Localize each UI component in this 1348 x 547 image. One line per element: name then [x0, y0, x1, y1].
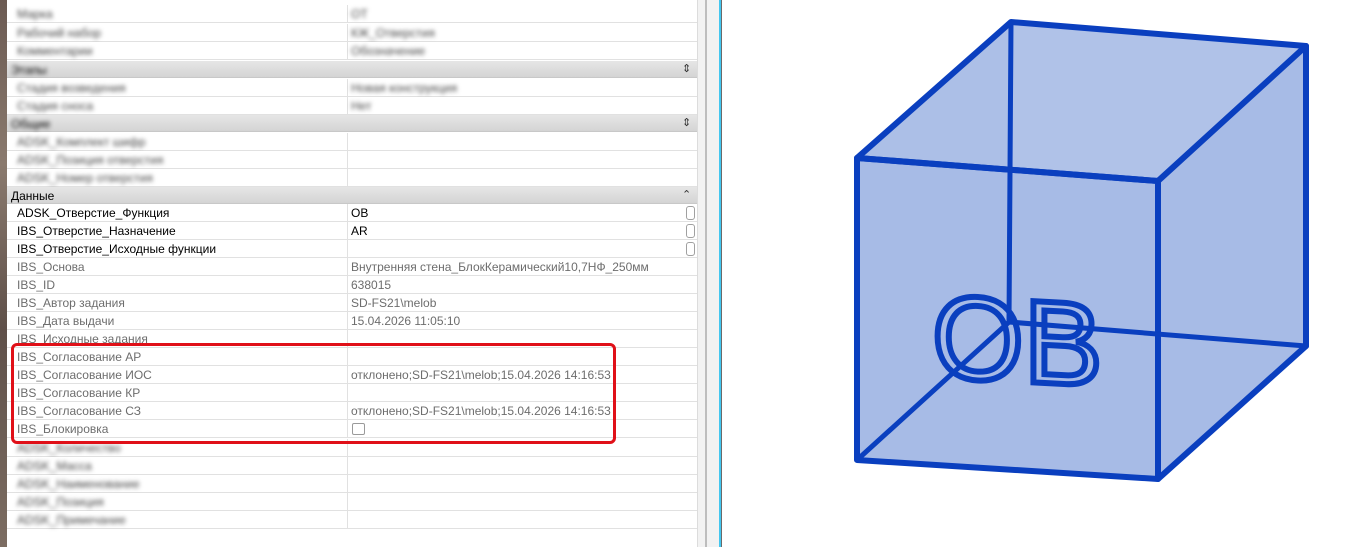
- property-value[interactable]: AR: [351, 224, 681, 238]
- property-name: IBS_ID: [17, 278, 56, 292]
- property-name: Марка: [17, 7, 53, 21]
- column-divider: [347, 511, 348, 529]
- property-row[interactable]: ADSK_Примечание: [7, 511, 697, 529]
- collapse-toggle-icon[interactable]: ⇕: [682, 116, 691, 129]
- property-row-purpose[interactable]: IBS_Отверстие_Назначение AR: [7, 222, 697, 240]
- column-divider: [347, 457, 348, 475]
- column-divider: [347, 493, 348, 511]
- column-divider: [347, 5, 348, 23]
- property-row-id[interactable]: IBS_ID 638015: [7, 276, 697, 294]
- column-divider: [347, 79, 348, 97]
- column-divider: [347, 276, 348, 294]
- property-name: ADSK_Масса: [17, 459, 92, 473]
- property-name: IBS_Отверстие_Исходные функции: [17, 242, 217, 256]
- property-row[interactable]: Стадия сноса Нет: [7, 97, 697, 115]
- property-name: Комментарии: [17, 44, 93, 58]
- property-value: 15.04.2026 11:05:10: [351, 314, 461, 328]
- property-row[interactable]: Комментарии Обозначение: [7, 42, 697, 60]
- property-row-author[interactable]: IBS_Автор задания SD-FS21\melob: [7, 294, 697, 312]
- property-row-issue-date[interactable]: IBS_Дата выдачи 15.04.2026 11:05:10: [7, 312, 697, 330]
- opening-function-label: OB: [932, 271, 1102, 412]
- property-row[interactable]: Стадия возведения Новая конструкция: [7, 79, 697, 97]
- property-name: ADSK_Номер отверстия: [17, 171, 153, 185]
- property-row-host[interactable]: IBS_Основа Внутренняя стена_БлокКерамиче…: [7, 258, 697, 276]
- property-value: Внутренняя стена_БлокКерамический10,7НФ_…: [351, 260, 649, 274]
- property-value[interactable]: Новая конструкция: [351, 81, 681, 95]
- edit-button[interactable]: [686, 224, 695, 238]
- group-header-general[interactable]: Общие ⇕: [7, 115, 697, 132]
- column-divider: [347, 42, 348, 60]
- property-name: ADSK_Позиция отверстия: [17, 153, 164, 167]
- column-divider: [347, 312, 348, 330]
- column-divider: [347, 475, 348, 493]
- edit-button[interactable]: [686, 206, 695, 220]
- property-row[interactable]: Рабочий набор КЖ_Отверстия: [7, 24, 697, 42]
- column-divider: [347, 294, 348, 312]
- column-divider: [347, 204, 348, 222]
- column-divider: [347, 169, 348, 187]
- column-divider: [347, 258, 348, 276]
- property-row-function[interactable]: ADSK_Отверстие_Функция OB: [7, 204, 697, 222]
- column-divider: [347, 133, 348, 151]
- group-header-data[interactable]: Данные ⌃: [7, 187, 697, 204]
- property-name: IBS_Дата выдачи: [17, 314, 115, 328]
- property-name: ADSK_Отверстие_Функция: [17, 206, 170, 220]
- property-value[interactable]: OB: [351, 206, 681, 220]
- property-row[interactable]: ADSK_Наименование: [7, 475, 697, 493]
- property-name: ADSK_Комплект шифр: [17, 135, 146, 149]
- opening-box-model[interactable]: OB: [722, 0, 1348, 547]
- column-divider: [347, 24, 348, 42]
- collapse-toggle-icon[interactable]: ⇕: [682, 62, 691, 75]
- property-value[interactable]: Обозначение: [351, 44, 681, 58]
- left-window-edge: [0, 0, 7, 547]
- collapse-toggle-icon[interactable]: ⌃: [682, 188, 691, 201]
- property-name: ADSK_Наименование: [17, 477, 140, 491]
- property-value[interactable]: КЖ_Отверстия: [351, 26, 681, 40]
- property-row[interactable]: ADSK_Комплект шифр: [7, 133, 697, 151]
- properties-panel: Марка ОТ Рабочий набор КЖ_Отверстия Комм…: [7, 0, 704, 547]
- column-divider: [347, 222, 348, 240]
- property-name: Рабочий набор: [17, 26, 102, 40]
- scrollbar-track[interactable]: [705, 0, 707, 547]
- property-row[interactable]: ADSK_Масса: [7, 457, 697, 475]
- property-value: SD-FS21\melob: [351, 296, 437, 310]
- edit-button[interactable]: [686, 242, 695, 256]
- property-name: Стадия сноса: [17, 99, 94, 113]
- group-header-stages[interactable]: Этапы ⇕: [7, 61, 697, 78]
- property-row-source-functions[interactable]: IBS_Отверстие_Исходные функции: [7, 240, 697, 258]
- column-divider: [347, 97, 348, 115]
- highlight-frame: [11, 343, 616, 444]
- group-title: Этапы: [11, 63, 47, 77]
- property-name: Стадия возведения: [17, 81, 126, 95]
- vertical-scrollbar[interactable]: [697, 0, 719, 547]
- property-row[interactable]: ADSK_Позиция: [7, 493, 697, 511]
- property-row[interactable]: ADSK_Позиция отверстия: [7, 151, 697, 169]
- property-name: ADSK_Примечание: [17, 513, 126, 527]
- property-name: ADSK_Позиция: [17, 495, 104, 509]
- property-value: 638015: [351, 278, 392, 292]
- property-name: IBS_Автор задания: [17, 296, 125, 310]
- property-value[interactable]: ОТ: [351, 7, 681, 21]
- group-title: Общие: [11, 117, 51, 131]
- column-divider: [347, 151, 348, 169]
- 3d-viewport[interactable]: OB: [722, 0, 1348, 547]
- property-row[interactable]: Марка ОТ: [7, 5, 697, 23]
- column-divider: [347, 240, 348, 258]
- property-value[interactable]: Нет: [351, 99, 681, 113]
- group-title: Данные: [11, 189, 55, 203]
- property-name: IBS_Основа: [17, 260, 85, 274]
- property-row[interactable]: ADSK_Номер отверстия: [7, 169, 697, 187]
- property-name: IBS_Отверстие_Назначение: [17, 224, 176, 238]
